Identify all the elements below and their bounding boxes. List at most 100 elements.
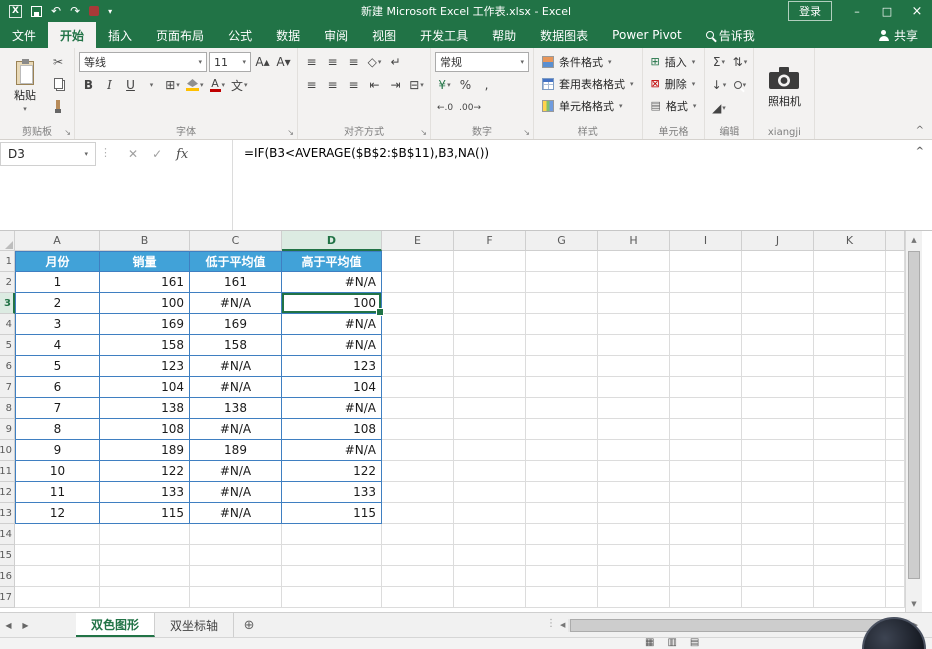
cell-I6[interactable] (670, 356, 742, 377)
cell-A1[interactable]: 月份 (15, 251, 100, 272)
cell-G5[interactable] (526, 335, 598, 356)
cell-G6[interactable] (526, 356, 598, 377)
cell-styles-button[interactable]: 单元格格式 ▾ (538, 95, 638, 116)
cell-C8[interactable]: 138 (190, 398, 282, 419)
cell-E9[interactable] (382, 419, 454, 440)
cell-I10[interactable] (670, 440, 742, 461)
cell-K16[interactable] (814, 566, 886, 587)
orientation-button[interactable]: ◇ ▾ (365, 52, 384, 72)
cell-F3[interactable] (454, 293, 526, 314)
cell-E6[interactable] (382, 356, 454, 377)
bold-button[interactable]: B (79, 75, 98, 95)
cell-G14[interactable] (526, 524, 598, 545)
row-header-14[interactable]: 14 (0, 524, 15, 545)
cell-I16[interactable] (670, 566, 742, 587)
cell-E3[interactable] (382, 293, 454, 314)
cell-E5[interactable] (382, 335, 454, 356)
borders-button[interactable]: ⊞ ▾ (163, 75, 182, 95)
cell-A8[interactable]: 7 (15, 398, 100, 419)
cell-X8[interactable] (886, 398, 905, 419)
cell-F12[interactable] (454, 482, 526, 503)
cell-J11[interactable] (742, 461, 814, 482)
cell-G12[interactable] (526, 482, 598, 503)
ribbon-tab-6[interactable]: 数据 (264, 22, 312, 48)
cell-G7[interactable] (526, 377, 598, 398)
cell-H11[interactable] (598, 461, 670, 482)
page-break-view-icon[interactable]: ▤ (690, 637, 699, 649)
cell-X16[interactable] (886, 566, 905, 587)
cell-A16[interactable] (15, 566, 100, 587)
cell-F8[interactable] (454, 398, 526, 419)
cell-B10[interactable]: 189 (100, 440, 190, 461)
paste-button[interactable]: 粘贴 ▾ (4, 51, 46, 123)
col-header-E[interactable]: E (382, 231, 454, 251)
cell-E7[interactable] (382, 377, 454, 398)
normal-view-icon[interactable]: ▦ (645, 637, 654, 649)
cell-A11[interactable]: 10 (15, 461, 100, 482)
row-header-12[interactable]: 12 (0, 482, 15, 503)
cell-C9[interactable]: #N/A (190, 419, 282, 440)
cell-X17[interactable] (886, 587, 905, 608)
scroll-left-icon[interactable]: ◀ (560, 621, 565, 629)
cell-H7[interactable] (598, 377, 670, 398)
cell-H16[interactable] (598, 566, 670, 587)
ribbon-tab-11[interactable]: 数据图表 (528, 22, 600, 48)
cell-F16[interactable] (454, 566, 526, 587)
cell-G2[interactable] (526, 272, 598, 293)
cell-K3[interactable] (814, 293, 886, 314)
cell-H4[interactable] (598, 314, 670, 335)
ribbon-tab-9[interactable]: 开发工具 (408, 22, 480, 48)
cell-C17[interactable] (190, 587, 282, 608)
cell-E12[interactable] (382, 482, 454, 503)
cell-D9[interactable]: 108 (282, 419, 382, 440)
cell-A9[interactable]: 8 (15, 419, 100, 440)
cell-X10[interactable] (886, 440, 905, 461)
cell-A5[interactable]: 4 (15, 335, 100, 356)
ribbon-tab-5[interactable]: 公式 (216, 22, 264, 48)
accounting-format-button[interactable]: ¥ ▾ (435, 75, 454, 95)
sign-in-button[interactable]: 登录 (788, 1, 832, 21)
cell-J12[interactable] (742, 482, 814, 503)
cell-B3[interactable]: 100 (100, 293, 190, 314)
number-dialog-launcher-icon[interactable]: ↘ (523, 128, 530, 137)
cell-C6[interactable]: #N/A (190, 356, 282, 377)
cell-G11[interactable] (526, 461, 598, 482)
cell-C10[interactable]: 189 (190, 440, 282, 461)
col-header-B[interactable]: B (100, 231, 190, 251)
cell-B4[interactable]: 169 (100, 314, 190, 335)
cell-K6[interactable] (814, 356, 886, 377)
row-header-1[interactable]: 1 (0, 251, 15, 272)
cell-B11[interactable]: 122 (100, 461, 190, 482)
cell-F10[interactable] (454, 440, 526, 461)
sheet-tab-1[interactable]: 双色图形 (76, 613, 156, 637)
cell-B15[interactable] (100, 545, 190, 566)
qat-customize-icon[interactable]: ▾ (108, 7, 112, 16)
cell-X3[interactable] (886, 293, 905, 314)
cell-F11[interactable] (454, 461, 526, 482)
autosum-button[interactable]: Σ ▾ (709, 52, 728, 72)
conditional-formatting-button[interactable]: 条件格式 ▾ (538, 51, 638, 72)
cell-X2[interactable] (886, 272, 905, 293)
cell-J8[interactable] (742, 398, 814, 419)
cell-A7[interactable]: 6 (15, 377, 100, 398)
col-header-C[interactable]: C (190, 231, 282, 251)
cell-I14[interactable] (670, 524, 742, 545)
sheet-tab-2[interactable]: 双坐标轴 (155, 613, 235, 637)
cell-K14[interactable] (814, 524, 886, 545)
phonetic-guide-button[interactable]: 文 ▾ (229, 75, 250, 95)
ribbon-tab-1[interactable]: 文件 (0, 22, 48, 48)
collapse-formula-bar-icon[interactable]: ^ (916, 146, 924, 157)
tell-me-button[interactable]: 告诉我 (694, 22, 767, 48)
cell-J14[interactable] (742, 524, 814, 545)
cell-X4[interactable] (886, 314, 905, 335)
font-name-dropdown-icon[interactable]: ▾ (194, 58, 202, 66)
cell-F6[interactable] (454, 356, 526, 377)
cell-B7[interactable]: 104 (100, 377, 190, 398)
cell-C12[interactable]: #N/A (190, 482, 282, 503)
cell-F7[interactable] (454, 377, 526, 398)
row-header-11[interactable]: 11 (0, 461, 15, 482)
cell-H8[interactable] (598, 398, 670, 419)
cell-D4[interactable]: #N/A (282, 314, 382, 335)
underline-button[interactable]: U (121, 75, 140, 95)
cell-J4[interactable] (742, 314, 814, 335)
